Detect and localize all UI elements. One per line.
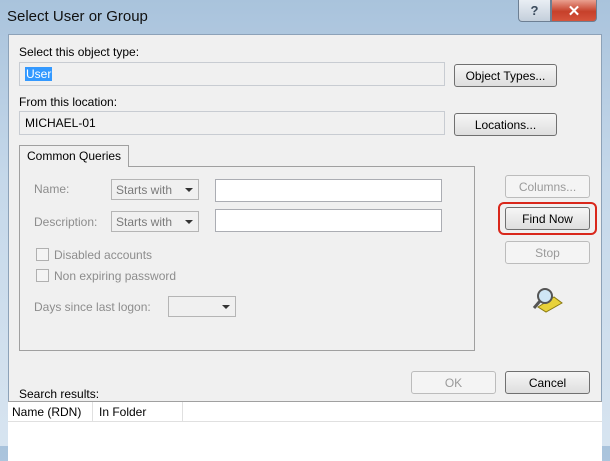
days-since-logon-select[interactable]: [168, 296, 236, 317]
name-label: Name:: [34, 182, 70, 196]
object-type-field[interactable]: User: [19, 62, 445, 86]
description-input[interactable]: [215, 209, 442, 232]
cancel-button[interactable]: Cancel: [505, 371, 590, 394]
search-magnifier-icon: [532, 288, 563, 313]
name-mode-value: Starts with: [116, 183, 173, 197]
description-mode-select[interactable]: Starts with: [111, 211, 199, 232]
dialog-body: Select this object type: User Object Typ…: [8, 34, 602, 461]
tab-common-queries[interactable]: Common Queries: [19, 145, 130, 167]
disabled-accounts-label: Disabled accounts: [54, 248, 153, 262]
close-button[interactable]: ✕: [551, 0, 597, 22]
non-expiring-checkbox[interactable]: [36, 269, 49, 282]
non-expiring-label: Non expiring password: [54, 269, 177, 283]
name-mode-select[interactable]: Starts with: [111, 179, 199, 200]
location-field[interactable]: MICHAEL-01: [19, 111, 445, 135]
chevron-down-icon: [222, 305, 230, 309]
chevron-down-icon: [185, 188, 193, 192]
description-label: Description:: [34, 215, 98, 229]
object-types-button[interactable]: Object Types...: [454, 64, 557, 87]
find-now-button[interactable]: Find Now: [505, 207, 590, 230]
ok-button[interactable]: OK: [411, 371, 496, 394]
object-type-value: User: [25, 67, 53, 81]
disabled-accounts-checkbox[interactable]: [36, 248, 49, 261]
name-input[interactable]: [215, 179, 442, 202]
stop-button[interactable]: Stop: [505, 241, 590, 264]
results-header: Name (RDN) In Folder: [8, 402, 602, 422]
help-button[interactable]: ?: [518, 0, 551, 22]
search-results-label: Search results:: [19, 387, 100, 401]
search-results-list[interactable]: Name (RDN) In Folder: [8, 401, 602, 461]
object-type-label: Select this object type:: [19, 45, 140, 59]
location-label: From this location:: [19, 95, 118, 109]
description-mode-value: Starts with: [116, 215, 173, 229]
columns-button[interactable]: Columns...: [505, 175, 590, 198]
window-title: Select User or Group: [7, 8, 148, 25]
days-since-logon-label: Days since last logon:: [34, 300, 151, 314]
column-header-name[interactable]: Name (RDN): [8, 402, 93, 421]
locations-button[interactable]: Locations...: [454, 113, 557, 136]
chevron-down-icon: [185, 220, 193, 224]
column-header-folder[interactable]: In Folder: [93, 402, 183, 421]
